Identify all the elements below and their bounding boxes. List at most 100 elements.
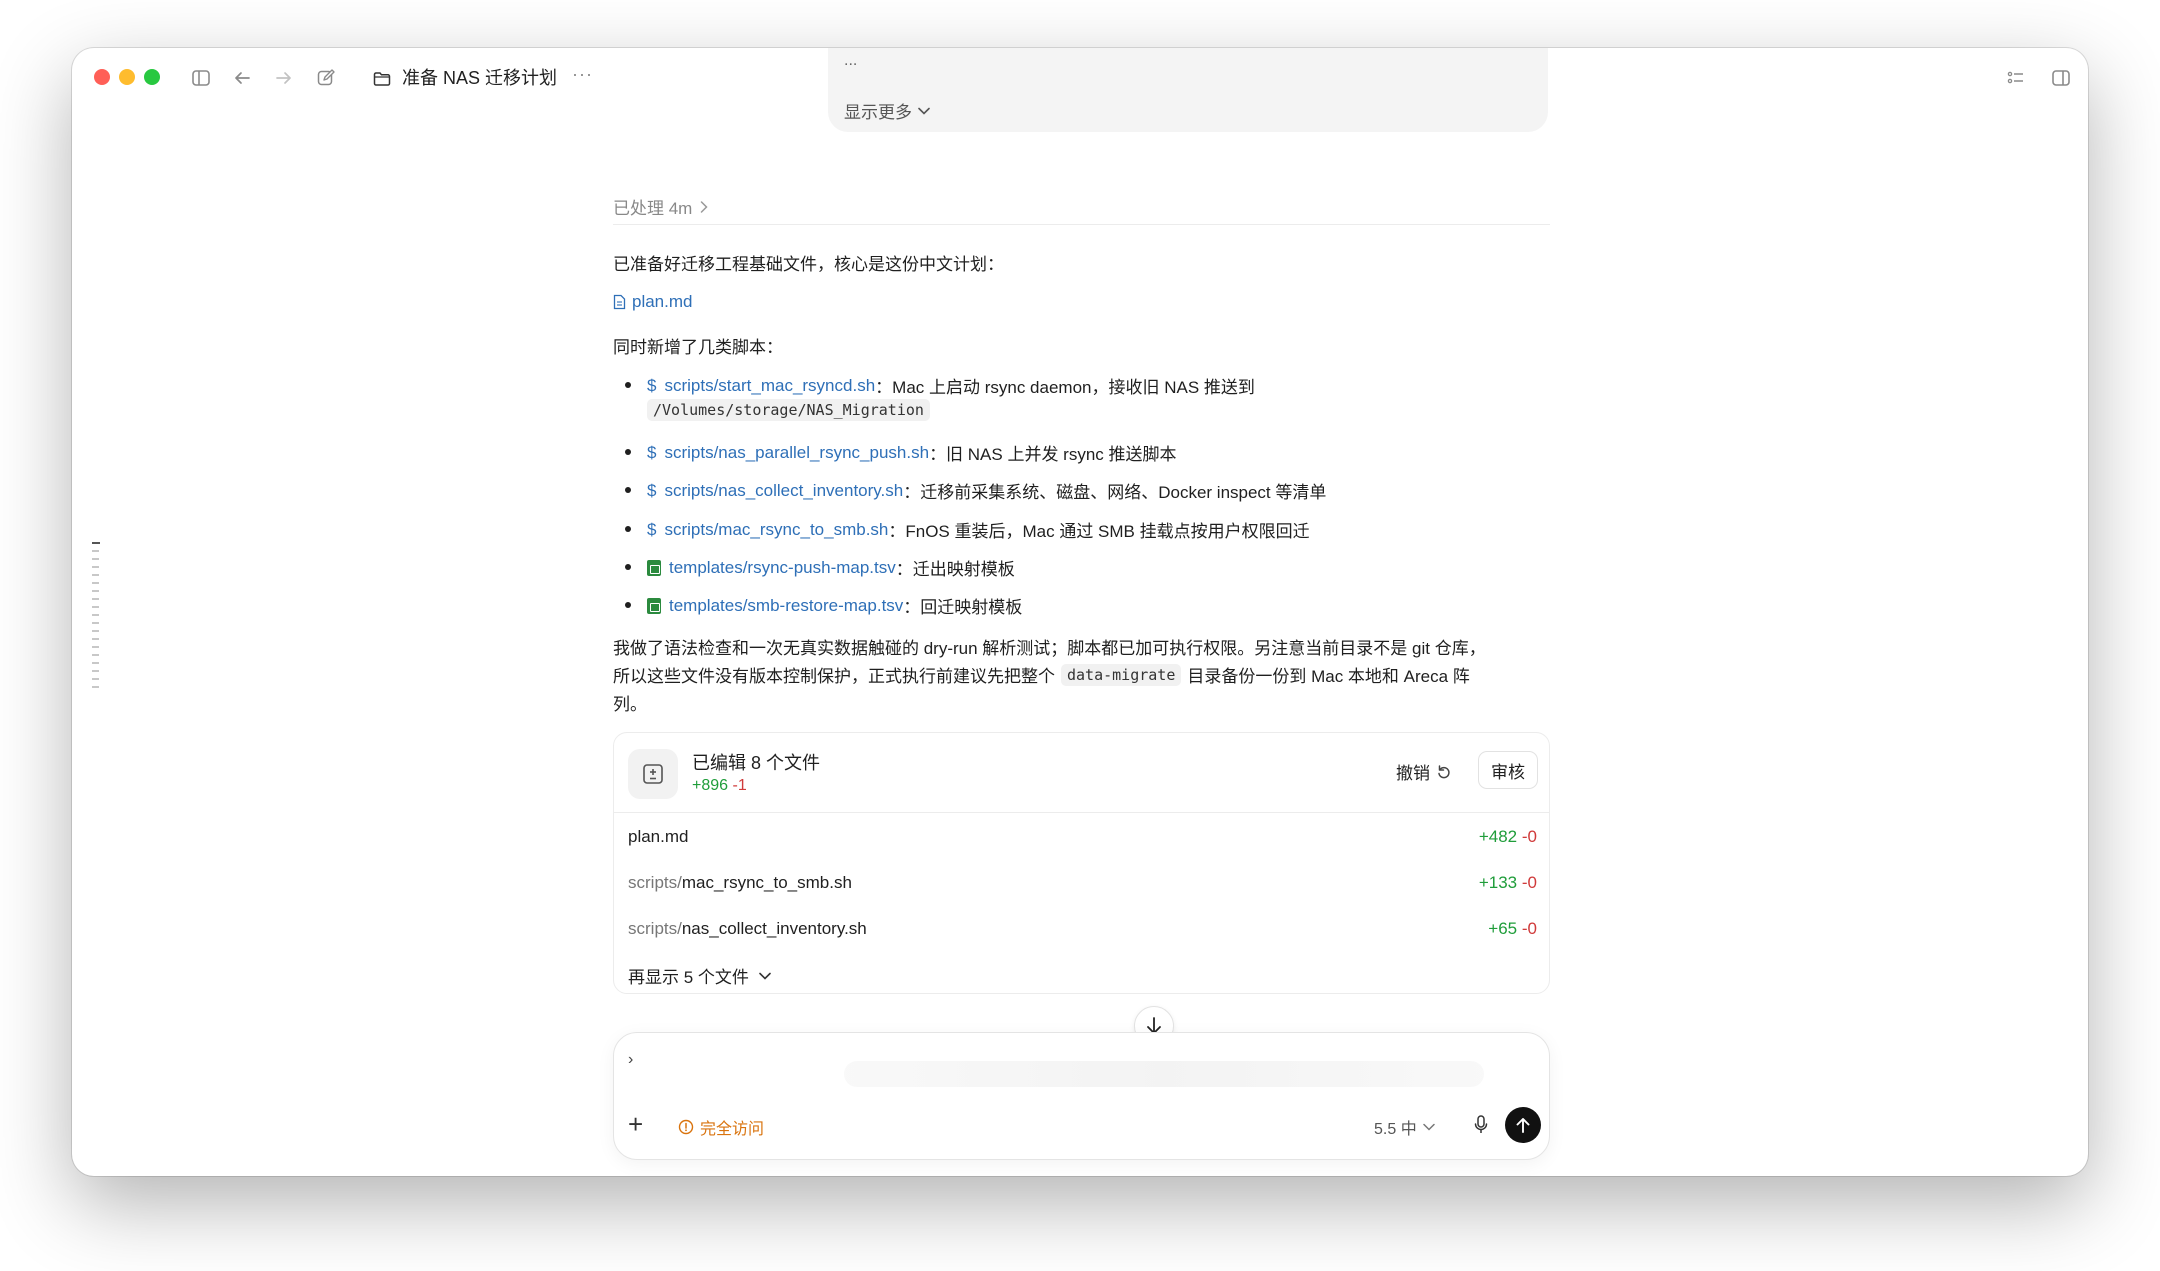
file-diff-icon (628, 749, 678, 799)
file-dir: scripts/ (628, 919, 682, 938)
file-added: +133 (1478, 873, 1518, 892)
shell-script-icon: $ (647, 442, 657, 462)
script-link[interactable]: scripts/mac_rsync_to_smb.sh (664, 520, 888, 540)
list-item: $ scripts/nas_parallel_rsync_push.sh ：旧 … (613, 440, 1550, 464)
composer-caret: › (628, 1051, 634, 1068)
file-name: nas_collect_inventory.sh (681, 919, 867, 938)
back-arrow-icon[interactable] (230, 66, 254, 90)
file-diffstat: +482 -0 (1479, 827, 1537, 847)
file-removed: -0 (1521, 827, 1537, 846)
scripts-intro-text: 同时新增了几类脚本： (613, 338, 783, 357)
show-more-files-label: 再显示 5 个文件 (628, 968, 749, 987)
path-code-text: /Volumes/storage/NAS_Migration (647, 399, 930, 421)
script-link[interactable]: scripts/nas_parallel_rsync_push.sh (664, 443, 929, 463)
blurred-placeholder (844, 1061, 1484, 1087)
bullet-dot (625, 564, 631, 570)
show-more-button[interactable]: 显示更多 (844, 98, 930, 123)
chevron-right-icon (701, 200, 708, 213)
lines-added: +896 (692, 777, 729, 794)
minimize-window-button[interactable] (119, 69, 135, 85)
shell-script-icon: $ (647, 519, 657, 539)
file-dir: scripts/ (628, 873, 682, 892)
note-line-2-start: 所以这些文件没有版本控制保护，正式执行前建议先把整个 (613, 667, 1055, 686)
list-item: $ scripts/nas_collect_inventory.sh ：迁移前采… (613, 478, 1550, 502)
template-link[interactable]: templates/smb-restore-map.tsv (669, 596, 903, 616)
note-line-2: 所以这些文件没有版本控制保护，正式执行前建议先把整个 data-migrate … (613, 662, 1470, 687)
bullet-dot (625, 487, 631, 493)
script-link[interactable]: scripts/nas_collect_inventory.sh (664, 481, 903, 501)
checklist-icon[interactable] (2004, 66, 2028, 90)
file-name: plan.md (628, 827, 689, 846)
chevron-down-icon (918, 107, 930, 115)
more-options-button[interactable]: ··· (572, 64, 593, 85)
undo-button[interactable]: 撤销 (1396, 759, 1452, 784)
composer[interactable]: › + 完全访问 5.5 中 (613, 1032, 1550, 1160)
arrow-up-icon (1516, 1118, 1530, 1133)
edited-files-title: 已编辑 8 个文件 (692, 753, 821, 773)
folder-icon (370, 66, 394, 90)
shell-script-icon: $ (647, 480, 657, 500)
edited-files-diffstat: +896 -1 (692, 777, 747, 795)
file-path: plan.md (628, 827, 688, 847)
list-item: $ scripts/start_mac_rsyncd.sh ：Mac 上启动 r… (613, 373, 1550, 421)
file-added: +65 (1488, 919, 1518, 938)
processed-summary[interactable]: 已处理 4m (613, 194, 708, 219)
previous-message-ellipsis: ... (844, 52, 858, 69)
path-code: /Volumes/storage/NAS_Migration (647, 399, 930, 421)
access-level-button[interactable]: 完全访问 (678, 1115, 764, 1139)
microphone-icon[interactable] (1469, 1113, 1493, 1137)
chevron-down-icon (759, 972, 771, 980)
close-window-button[interactable] (94, 69, 110, 85)
intro-text: 已准备好迁移工程基础文件，核心是这份中文计划： (613, 255, 1004, 274)
script-link[interactable]: scripts/start_mac_rsyncd.sh (664, 376, 875, 396)
right-panel-toggle-icon[interactable] (2049, 66, 2073, 90)
undo-icon (1438, 764, 1450, 778)
note-line-2-end: 目录备份一份到 Mac 本地和 Areca 阵 (1187, 667, 1470, 686)
conversation-title[interactable]: 准备 NAS 迁移计划 (402, 64, 557, 90)
note-line-1: 我做了语法检查和一次无真实数据触碰的 dry-run 解析测试；脚本都已加可执行… (613, 639, 1486, 658)
script-description: ：Mac 上启动 rsync daemon，接收旧 NAS 推送到 (875, 378, 1255, 397)
processed-label: 已处理 4m (613, 199, 693, 218)
lines-removed: -1 (732, 777, 747, 794)
plan-file-link[interactable]: plan.md (613, 292, 692, 312)
template-description: ：回迁映射模板 (903, 598, 1023, 617)
document-icon (613, 294, 626, 310)
model-selector[interactable]: 5.5 中 (1374, 1115, 1435, 1139)
sidebar-toggle-icon[interactable] (189, 66, 213, 90)
zoom-window-button[interactable] (144, 69, 160, 85)
app-window: 准备 NAS 迁移计划 ··· ... 显示更多 已处理 4m 已准备好迁移工程… (72, 48, 2088, 1176)
review-button[interactable]: 审核 (1478, 751, 1538, 789)
bullet-dot (625, 526, 631, 532)
list-item: templates/rsync-push-map.tsv ：迁出映射模板 (613, 555, 1550, 579)
note-line-3: 列。 (613, 695, 647, 714)
send-button[interactable] (1505, 1107, 1541, 1143)
script-description: ：迁移前采集系统、磁盘、网络、Docker inspect 等清单 (903, 483, 1327, 502)
bullet-dot (625, 382, 631, 388)
bullet-dot (625, 602, 631, 608)
file-removed: -0 (1521, 873, 1537, 892)
undo-label: 撤销 (1396, 764, 1430, 783)
file-removed: -0 (1521, 919, 1537, 938)
add-attachment-button[interactable]: + (628, 1111, 643, 1137)
file-name: mac_rsync_to_smb.sh (681, 873, 852, 892)
warning-circle-icon (678, 1119, 694, 1135)
bullet-dot (625, 449, 631, 455)
forward-arrow-icon[interactable] (272, 66, 296, 90)
file-added: +482 (1478, 827, 1518, 846)
new-chat-compose-icon[interactable] (314, 66, 338, 90)
chevron-down-icon (1422, 1123, 1435, 1131)
list-item: $ scripts/mac_rsync_to_smb.sh ：FnOS 重装后，… (613, 517, 1550, 541)
edited-files-header: 已编辑 8 个文件 +896 -1 撤销 审核 (614, 733, 1549, 813)
script-description: ：旧 NAS 上并发 rsync 推送脚本 (929, 445, 1177, 464)
script-description: ：FnOS 重装后，Mac 通过 SMB 挂载点按用户权限回迁 (888, 522, 1310, 541)
previous-message-card: ... 显示更多 (828, 48, 1548, 132)
spreadsheet-icon (647, 559, 661, 576)
show-more-files-button[interactable]: 再显示 5 个文件 (628, 963, 771, 988)
file-diffstat: +65 -0 (1488, 919, 1537, 939)
file-path: scripts/mac_rsync_to_smb.sh (628, 873, 852, 893)
template-link[interactable]: templates/rsync-push-map.tsv (669, 558, 896, 578)
file-diffstat: +133 -0 (1479, 873, 1537, 893)
directory-code: data-migrate (1061, 663, 1182, 686)
file-path: scripts/nas_collect_inventory.sh (628, 919, 867, 939)
spreadsheet-icon (647, 597, 661, 614)
